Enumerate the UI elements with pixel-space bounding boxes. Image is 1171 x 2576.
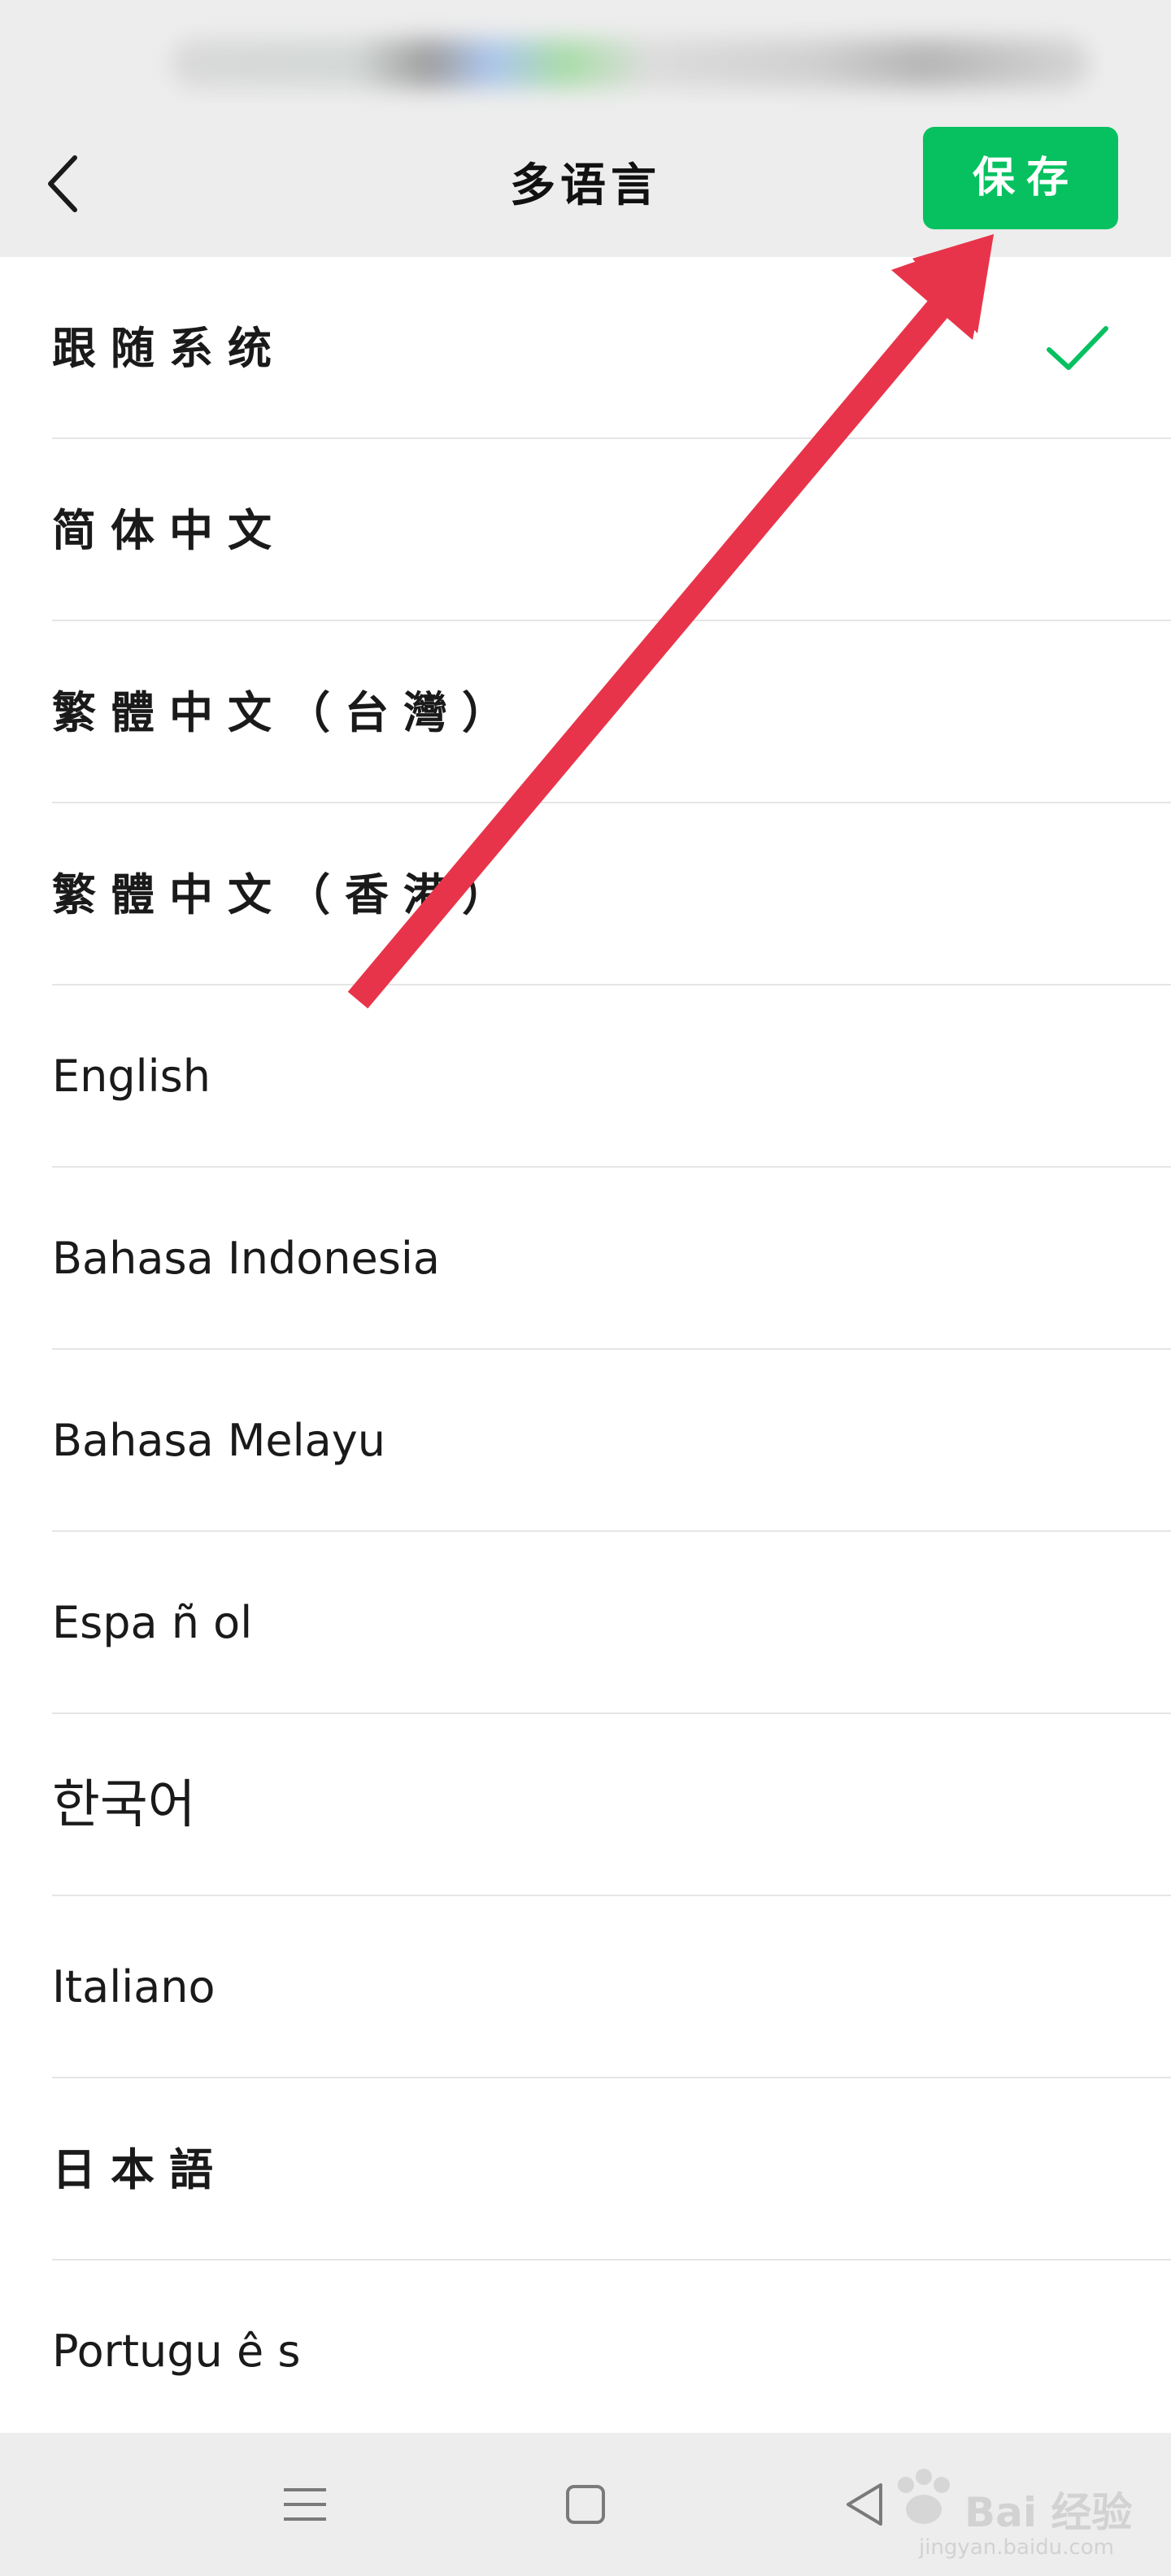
language-label: Bahasa Indonesia xyxy=(52,1233,440,1284)
watermark: Bai 经验 jingyan.baidu.com xyxy=(886,2448,1163,2569)
page-title: 多语言 xyxy=(510,159,661,212)
chevron-left-icon xyxy=(48,155,77,212)
language-label: 繁體中文（台灣） xyxy=(52,686,520,738)
language-label: 日本語 xyxy=(52,2143,228,2195)
language-item-bahasa-melayu[interactable]: Bahasa Melayu xyxy=(0,1350,1171,1532)
language-label: 繁體中文（香港） xyxy=(52,868,520,920)
language-item-korean[interactable]: 한국어 xyxy=(0,1714,1171,1896)
back-button[interactable] xyxy=(33,143,98,224)
language-item-english[interactable]: English xyxy=(0,986,1171,1168)
check-icon xyxy=(1047,326,1108,370)
language-label: Bahasa Melayu xyxy=(52,1415,385,1466)
home-square-icon xyxy=(566,2485,605,2524)
nav-home-button[interactable] xyxy=(553,2472,618,2537)
menu-icon xyxy=(284,2488,326,2521)
language-item-traditional-chinese-taiwan[interactable]: 繁體中文（台灣） xyxy=(0,621,1171,803)
language-item-simplified-chinese[interactable]: 简体中文 xyxy=(0,439,1171,621)
language-label: Espa ñ ol xyxy=(52,1597,253,1648)
language-label: 跟随系统 xyxy=(52,322,286,374)
language-list: 跟随系统 简体中文 繁體中文（台灣） 繁體中文（香港） English Baha… xyxy=(0,257,1171,2433)
header-bar: 多语言 保存 xyxy=(0,114,1171,257)
status-bar-blurred-content xyxy=(171,39,1090,88)
language-label: 简体中文 xyxy=(52,504,286,556)
nav-menu-button[interactable] xyxy=(272,2472,337,2537)
language-item-espanol[interactable]: Espa ñ ol xyxy=(0,1532,1171,1714)
watermark-brand: Bai 经验 xyxy=(964,2489,1133,2536)
language-label: Italiano xyxy=(52,1961,215,2012)
language-item-japanese[interactable]: 日本語 xyxy=(0,2078,1171,2261)
language-item-bahasa-indonesia[interactable]: Bahasa Indonesia xyxy=(0,1168,1171,1350)
language-item-portugues[interactable]: Portugu ê s xyxy=(0,2261,1171,2433)
save-button[interactable]: 保存 xyxy=(923,127,1118,229)
status-bar xyxy=(0,0,1171,114)
language-label: Portugu ê s xyxy=(52,2326,301,2377)
language-item-traditional-chinese-hongkong[interactable]: 繁體中文（香港） xyxy=(0,803,1171,986)
language-label: 한국어 xyxy=(52,1775,196,1835)
language-item-follow-system[interactable]: 跟随系统 xyxy=(0,257,1171,439)
language-label: English xyxy=(52,1051,211,1102)
paw-logo-icon xyxy=(898,2469,950,2524)
watermark-url: jingyan.baidu.com xyxy=(919,2535,1114,2560)
language-item-italiano[interactable]: Italiano xyxy=(0,1896,1171,2078)
